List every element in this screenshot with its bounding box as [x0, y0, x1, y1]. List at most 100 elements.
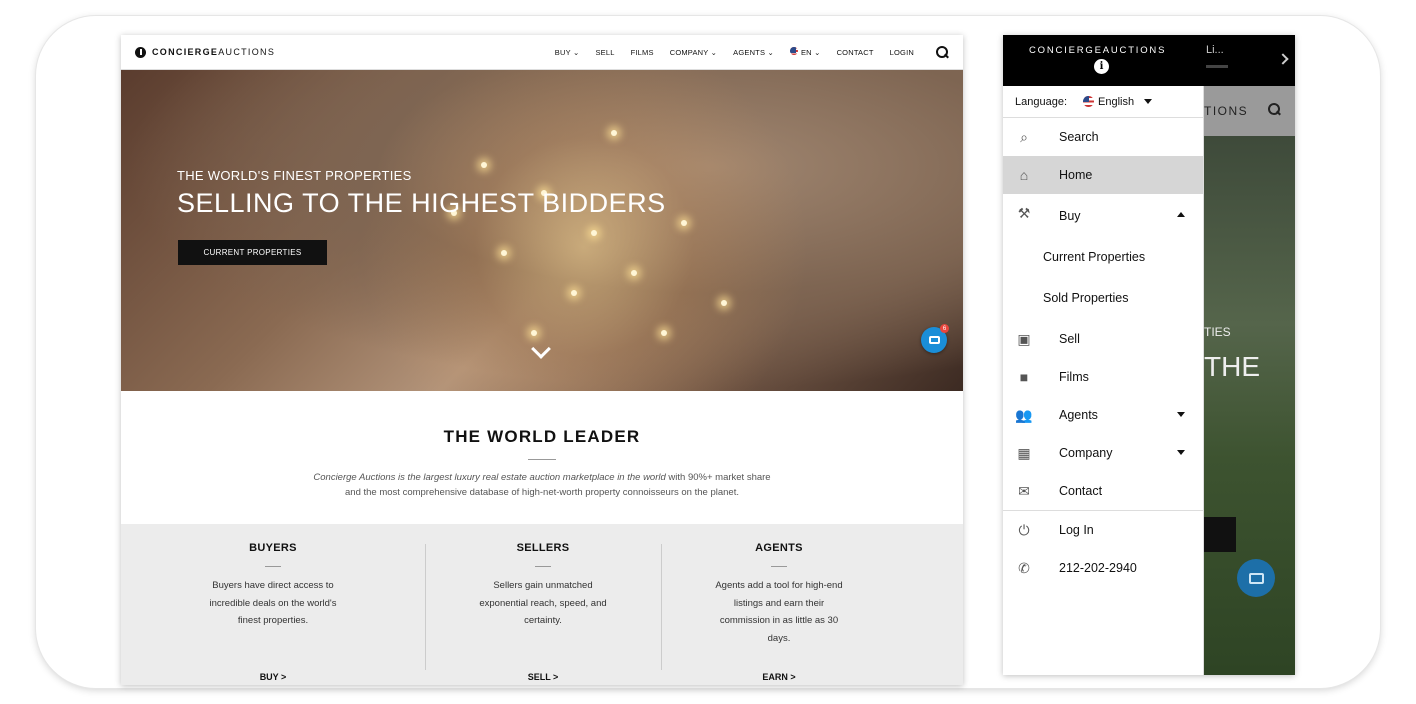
- menu-label: Company: [1059, 446, 1113, 460]
- menu-item-contact[interactable]: ✉ Contact: [1003, 472, 1203, 510]
- menu-item-buy[interactable]: ⚒ Buy: [1003, 194, 1203, 238]
- flag-icon: [789, 47, 798, 55]
- world-leader-section: THE WORLD LEADER Concierge Auctions is t…: [121, 391, 963, 500]
- audience-columns: BUYERS Buyers have direct access to incr…: [121, 524, 963, 685]
- nav-contact[interactable]: CONTACT: [837, 48, 874, 57]
- menu-label: Search: [1059, 130, 1099, 144]
- menu-label: Sell: [1059, 332, 1080, 346]
- earn-link[interactable]: EARN >: [661, 672, 897, 682]
- mobile-header: CONCIERGEAUCTIONS i Li...: [1003, 35, 1295, 86]
- background-logo-text: TIONS: [1204, 104, 1249, 118]
- sellers-column: SELLERS Sellers gain unmatched exponenti…: [425, 542, 661, 685]
- chandelier-light: [661, 330, 667, 336]
- menu-item-home[interactable]: ⌂ Home: [1003, 156, 1203, 194]
- nav-company[interactable]: COMPANY ⌄: [670, 48, 717, 57]
- divider: [535, 566, 551, 567]
- sell-link[interactable]: SELL >: [425, 672, 661, 682]
- background-button: [1204, 517, 1236, 552]
- agents-column: AGENTS Agents add a tool for high-end li…: [661, 542, 897, 685]
- flag-icon: [1083, 96, 1094, 107]
- search-icon[interactable]: [936, 45, 949, 59]
- chat-button[interactable]: 6: [921, 324, 949, 353]
- menu-label: Home: [1059, 168, 1093, 182]
- info-icon[interactable]: i: [1094, 59, 1109, 74]
- menu-item-login[interactable]: ⏻ Log In: [1003, 511, 1203, 549]
- chandelier-light: [531, 330, 537, 336]
- divider: [528, 459, 556, 460]
- people-icon: 👥: [1015, 407, 1033, 423]
- menu-label: 212-202-2940: [1059, 561, 1137, 575]
- chat-badge: 6: [940, 324, 949, 333]
- language-value: English: [1098, 95, 1135, 108]
- buy-link[interactable]: BUY >: [121, 672, 425, 682]
- caret-down-icon: [1144, 99, 1153, 104]
- menu-label: Sold Properties: [1043, 291, 1129, 305]
- main-menu: BUY ⌄ SELL FILMS COMPANY ⌄ AGENTS ⌄ EN ⌄…: [555, 45, 949, 59]
- current-properties-button[interactable]: CURRENT PROPERTIES: [178, 240, 327, 265]
- caret-down-icon[interactable]: [1177, 450, 1185, 455]
- menu-item-agents[interactable]: 👥 Agents: [1003, 396, 1203, 434]
- menu-item-phone[interactable]: ✆ 212-202-2940: [1003, 549, 1203, 587]
- column-title: AGENTS: [755, 542, 803, 554]
- menu-label: Agents: [1059, 408, 1098, 422]
- chandelier-light: [611, 130, 617, 136]
- menu-item-sell[interactable]: ▣ Sell: [1003, 320, 1203, 358]
- column-title: BUYERS: [249, 542, 297, 554]
- header-subtext: [1206, 65, 1228, 68]
- background-text: TIES: [1204, 325, 1231, 339]
- chandelier-light: [501, 250, 507, 256]
- logo-light: AUCTIONS: [218, 47, 276, 57]
- menu-label: Current Properties: [1043, 250, 1146, 264]
- chandelier-light: [481, 162, 487, 168]
- caret-up-icon[interactable]: [1177, 212, 1185, 217]
- menu-item-sold-properties[interactable]: Sold Properties: [1003, 276, 1203, 320]
- desktop-window: CONCIERGEAUCTIONS BUY ⌄ SELL FILMS COMPA…: [121, 35, 963, 685]
- chandelier-light: [681, 220, 687, 226]
- brand-logo[interactable]: CONCIERGEAUCTIONS: [135, 46, 276, 58]
- nav-buy[interactable]: BUY ⌄: [555, 48, 580, 57]
- chandelier-light: [591, 230, 597, 236]
- menu-item-current-properties[interactable]: Current Properties: [1003, 238, 1203, 276]
- nav-agents[interactable]: AGENTS ⌄: [733, 48, 774, 57]
- chevron-down-icon[interactable]: [531, 339, 551, 359]
- divider: [265, 566, 281, 567]
- nav-login[interactable]: LOGIN: [890, 48, 914, 57]
- logo-icon: [135, 46, 146, 58]
- chevron-right-icon[interactable]: [1277, 53, 1289, 65]
- chat-button[interactable]: [1237, 559, 1275, 597]
- mobile-brand[interactable]: CONCIERGEAUCTIONS: [1029, 45, 1166, 56]
- hero-kicker: THE WORLD'S FINEST PROPERTIES: [177, 168, 412, 183]
- nav-language[interactable]: EN ⌄: [789, 47, 821, 57]
- menu-label: Films: [1059, 370, 1089, 384]
- menu-item-films[interactable]: ■ Films: [1003, 358, 1203, 396]
- search-icon: ⌕: [1020, 129, 1028, 145]
- gavel-icon: ⚒: [1017, 205, 1031, 221]
- section-description: Concierge Auctions is the largest luxury…: [313, 472, 771, 498]
- section-title: THE WORLD LEADER: [443, 427, 641, 446]
- envelope-icon: ✉: [1018, 483, 1030, 499]
- menu-item-search[interactable]: ⌕ Search: [1003, 118, 1203, 156]
- menu-label: Log In: [1059, 523, 1094, 537]
- menu-label: Contact: [1059, 484, 1103, 498]
- search-icon[interactable]: [1268, 103, 1281, 116]
- column-title: SELLERS: [516, 542, 570, 554]
- chandelier-light: [721, 300, 727, 306]
- caret-down-icon[interactable]: [1177, 412, 1185, 417]
- chat-icon: [1248, 572, 1264, 584]
- hero-banner: THE WORLD'S FINEST PROPERTIES SELLING TO…: [121, 70, 963, 391]
- menu-item-company[interactable]: ▦ Company: [1003, 434, 1203, 472]
- divider: [771, 566, 787, 567]
- logo-bold: CONCIERGE: [152, 47, 219, 57]
- buyers-column: BUYERS Buyers have direct access to incr…: [121, 542, 425, 685]
- nav-sell[interactable]: SELL: [595, 48, 614, 57]
- home-icon: ⌂: [1019, 167, 1029, 183]
- chandelier-light: [571, 290, 577, 296]
- language-selector[interactable]: Language: English: [1003, 86, 1203, 118]
- building-icon: ▦: [1017, 445, 1031, 461]
- column-text: Buyers have direct access to incredible …: [209, 580, 337, 626]
- nav-films[interactable]: FILMS: [631, 48, 654, 57]
- hero-headline: SELLING TO THE HIGHEST BIDDERS: [177, 188, 666, 218]
- chat-icon: [928, 336, 940, 344]
- background-nav-bar: TIONS: [1204, 86, 1295, 136]
- language-label: Language:: [1015, 95, 1067, 108]
